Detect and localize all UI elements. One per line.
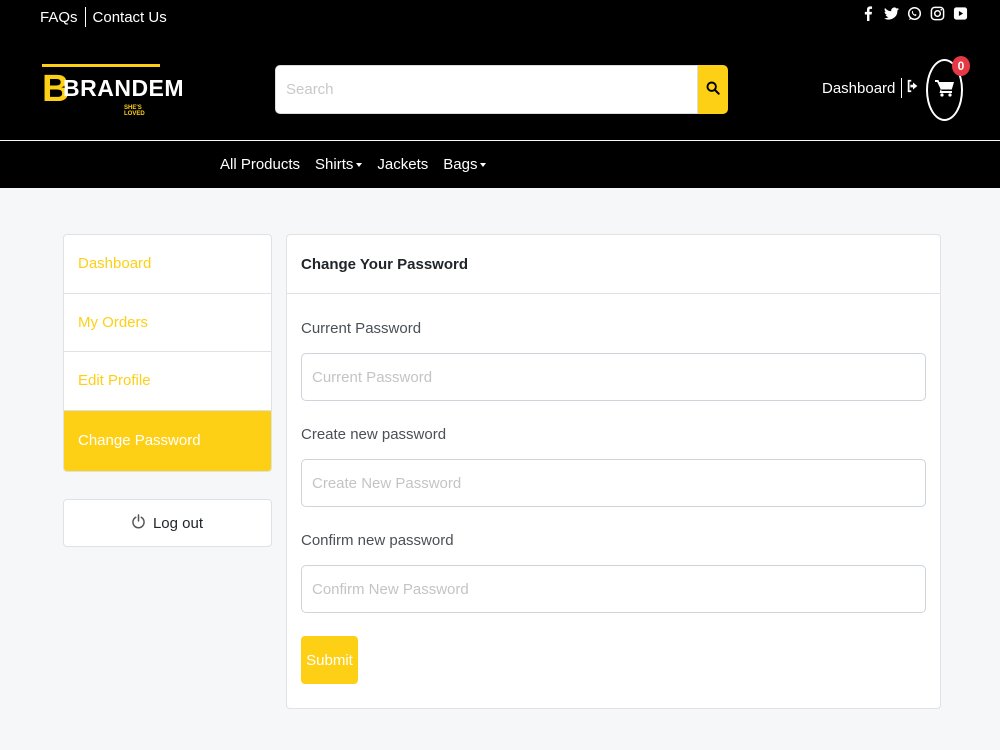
- sign-out-icon: [906, 79, 920, 97]
- divider: [901, 78, 903, 98]
- sidebar-item-my-orders[interactable]: My Orders: [64, 294, 271, 352]
- facebook-icon[interactable]: [861, 6, 876, 21]
- logout-label: Log out: [152, 514, 204, 532]
- twitter-icon[interactable]: [884, 6, 899, 21]
- caret-down-icon: [356, 162, 363, 167]
- caret-down-icon: [480, 162, 487, 167]
- change-password-card: Change Your Password Current Password Cr…: [286, 234, 941, 709]
- logout-button[interactable]: Log out: [63, 499, 272, 547]
- logo-bar: [42, 64, 160, 67]
- sidebar-item-dashboard[interactable]: Dashboard: [64, 235, 271, 294]
- contact-us-link[interactable]: Contact Us: [93, 9, 167, 26]
- dashboard-link[interactable]: Dashboard: [822, 78, 920, 98]
- youtube-icon[interactable]: [953, 6, 968, 21]
- nav-jackets[interactable]: Jackets: [377, 156, 428, 173]
- site-header: FAQs Contact Us B BRANDEM SHE'S LOVED Se…: [0, 0, 1000, 140]
- divider: [84, 7, 86, 27]
- social-links: [861, 6, 968, 21]
- search-input[interactable]: [275, 65, 698, 114]
- nav-bags[interactable]: Bags: [443, 156, 487, 173]
- nav-shirts-label: Shirts: [315, 156, 354, 173]
- nav-all-products[interactable]: All Products: [220, 156, 300, 173]
- sidebar-item-change-password[interactable]: Change Password: [64, 410, 271, 471]
- nav-shirts[interactable]: Shirts: [315, 156, 363, 173]
- current-password-label: Current Password: [301, 320, 422, 337]
- logo-tagline: SHE'S LOVED: [124, 105, 145, 117]
- new-password-label: Create new password: [301, 426, 447, 443]
- search-icon: [706, 81, 720, 98]
- whatsapp-icon[interactable]: [907, 6, 922, 21]
- account-sidebar: Dashboard My Orders Edit Profile Change …: [63, 234, 272, 472]
- sidebar-item-edit-profile[interactable]: Edit Profile: [64, 352, 271, 411]
- dashboard-label: Dashboard: [822, 79, 896, 97]
- brand-logo[interactable]: B BRANDEM SHE'S LOVED: [40, 64, 184, 117]
- instagram-icon[interactable]: [930, 6, 945, 21]
- top-links: FAQs Contact Us: [40, 7, 167, 27]
- new-password-input[interactable]: [301, 459, 926, 507]
- confirm-password-input[interactable]: [301, 565, 926, 613]
- confirm-password-label: Confirm new password: [301, 532, 454, 549]
- faqs-link[interactable]: FAQs: [40, 9, 78, 26]
- submit-button[interactable]: Submit: [301, 636, 358, 684]
- power-icon: [132, 513, 145, 533]
- nav-bags-label: Bags: [443, 156, 478, 173]
- current-password-input[interactable]: [301, 353, 926, 401]
- search-button[interactable]: [698, 65, 728, 114]
- logo-name: BRANDEM: [63, 75, 185, 101]
- cart-icon: [934, 79, 955, 102]
- search-bar: [275, 65, 728, 114]
- main-nav: All Products Shirts Jackets Bags: [0, 141, 1000, 188]
- card-title: Change Your Password: [287, 235, 940, 294]
- password-form: Current Password Create new password Con…: [301, 320, 926, 638]
- cart-count-badge: 0: [952, 56, 970, 76]
